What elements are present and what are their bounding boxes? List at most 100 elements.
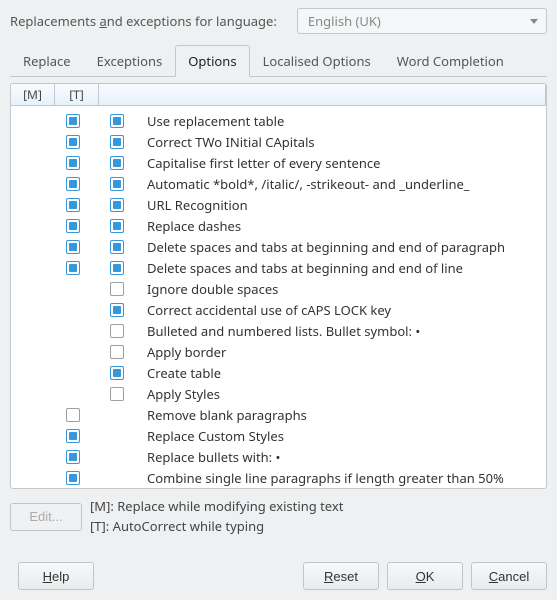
option-label: URL Recognition <box>139 196 542 214</box>
checkbox[interactable] <box>66 450 80 464</box>
option-row[interactable]: Create table <box>25 362 542 383</box>
checkbox[interactable] <box>110 387 124 401</box>
cancel-button[interactable]: Cancel <box>471 562 547 590</box>
checkbox[interactable] <box>110 177 124 191</box>
option-row[interactable]: Automatic *bold*, /italic/, -strikeout- … <box>25 173 542 194</box>
option-row[interactable]: Correct accidental use of cAPS LOCK key <box>25 299 542 320</box>
checkbox[interactable] <box>110 156 124 170</box>
option-row[interactable]: Replace Custom Styles <box>25 425 542 446</box>
option-row[interactable]: URL Recognition <box>25 194 542 215</box>
checkbox[interactable] <box>110 219 124 233</box>
tab-localised-options[interactable]: Localised Options <box>250 45 384 77</box>
cell-t <box>95 240 139 254</box>
option-label: Use replacement table <box>139 112 542 130</box>
option-row[interactable]: Use replacement table <box>25 110 542 131</box>
option-row[interactable]: Remove blank paragraphs <box>25 404 542 425</box>
option-label: Apply Styles <box>139 385 542 403</box>
tabstrip: ReplaceExceptionsOptionsLocalised Option… <box>10 44 547 77</box>
option-label: Correct accidental use of cAPS LOCK key <box>139 301 542 319</box>
checkbox[interactable] <box>110 282 124 296</box>
ok-button[interactable]: OK <box>387 562 463 590</box>
option-label: Delete spaces and tabs at beginning and … <box>139 238 542 256</box>
options-table: [M] [T] Use replacement table Correct TWo… <box>10 83 547 489</box>
options-table-body[interactable]: Use replacement table Correct TWo INitial… <box>11 106 546 488</box>
option-label: Remove blank paragraphs <box>139 406 542 424</box>
checkbox[interactable] <box>66 429 80 443</box>
option-row[interactable]: Correct TWo INitial CApitals <box>25 131 542 152</box>
option-label: Replace dashes <box>139 217 542 235</box>
checkbox[interactable] <box>66 261 80 275</box>
checkbox[interactable] <box>110 114 124 128</box>
language-row: Replacements and exceptions for language… <box>10 8 547 34</box>
checkbox[interactable] <box>66 177 80 191</box>
checkbox[interactable] <box>66 198 80 212</box>
language-select-value: English (UK) <box>308 12 381 30</box>
tab-exceptions[interactable]: Exceptions <box>84 45 176 77</box>
cell-t <box>95 114 139 128</box>
checkbox[interactable] <box>66 156 80 170</box>
cell-m <box>51 471 95 485</box>
option-label: Replace bullets with: • <box>139 448 542 466</box>
tab-options[interactable]: Options <box>175 45 249 77</box>
cell-m <box>51 198 95 212</box>
checkbox[interactable] <box>66 135 80 149</box>
column-header-m[interactable]: [M] <box>11 84 55 105</box>
checkbox[interactable] <box>110 135 124 149</box>
option-label: Replace Custom Styles <box>139 427 542 445</box>
cell-m <box>51 114 95 128</box>
option-label: Delete spaces and tabs at beginning and … <box>139 259 542 277</box>
option-row[interactable]: Delete spaces and tabs at beginning and … <box>25 236 542 257</box>
cell-m <box>51 240 95 254</box>
option-row[interactable]: Delete spaces and tabs at beginning and … <box>25 257 542 278</box>
cell-m <box>51 261 95 275</box>
help-button[interactable]: Help <box>18 562 94 590</box>
option-label: Ignore double spaces <box>139 280 542 298</box>
checkbox[interactable] <box>110 240 124 254</box>
cell-t <box>95 387 139 401</box>
cell-m <box>51 177 95 191</box>
cell-t <box>95 303 139 317</box>
cell-t <box>95 324 139 338</box>
reset-button[interactable]: Reset <box>303 562 379 590</box>
option-row[interactable]: Ignore double spaces <box>25 278 542 299</box>
checkbox[interactable] <box>110 324 124 338</box>
cell-m <box>51 429 95 443</box>
edit-button: Edit... <box>10 503 82 531</box>
option-row[interactable]: Apply Styles <box>25 383 542 404</box>
tab-replace[interactable]: Replace <box>10 45 84 77</box>
option-row[interactable]: Replace bullets with: • <box>25 446 542 467</box>
checkbox[interactable] <box>66 471 80 485</box>
option-row[interactable]: Bulleted and numbered lists. Bullet symb… <box>25 320 542 341</box>
option-row[interactable]: Replace dashes <box>25 215 542 236</box>
tab-word-completion[interactable]: Word Completion <box>384 45 517 77</box>
checkbox[interactable] <box>110 198 124 212</box>
cell-t <box>95 261 139 275</box>
option-label: Capitalise first letter of every sentenc… <box>139 154 542 172</box>
cell-t <box>95 177 139 191</box>
option-row[interactable]: Apply border <box>25 341 542 362</box>
cell-m <box>51 156 95 170</box>
cell-t <box>95 282 139 296</box>
checkbox[interactable] <box>66 240 80 254</box>
checkbox[interactable] <box>110 345 124 359</box>
option-label: Create table <box>139 364 542 382</box>
legend-text: [M]: Replace while modifying existing te… <box>90 497 343 536</box>
option-row[interactable]: Combine single line paragraphs if length… <box>25 467 542 488</box>
checkbox[interactable] <box>110 366 124 380</box>
checkbox[interactable] <box>66 114 80 128</box>
language-label: Replacements and exceptions for language… <box>10 12 277 30</box>
options-table-header: [M] [T] <box>11 84 546 106</box>
checkbox[interactable] <box>110 261 124 275</box>
option-row[interactable]: Capitalise first letter of every sentenc… <box>25 152 542 173</box>
autocorrect-dialog: Replacements and exceptions for language… <box>0 0 557 600</box>
checkbox[interactable] <box>66 219 80 233</box>
option-label: Bulleted and numbered lists. Bullet symb… <box>139 322 542 340</box>
column-header-t[interactable]: [T] <box>55 84 99 105</box>
option-label: Automatic *bold*, /italic/, -strikeout- … <box>139 175 542 193</box>
language-select[interactable]: English (UK) <box>297 8 547 34</box>
option-label: Correct TWo INitial CApitals <box>139 133 542 151</box>
column-header-desc[interactable] <box>99 84 546 105</box>
checkbox[interactable] <box>110 303 124 317</box>
checkbox[interactable] <box>66 408 80 422</box>
cell-m <box>51 135 95 149</box>
